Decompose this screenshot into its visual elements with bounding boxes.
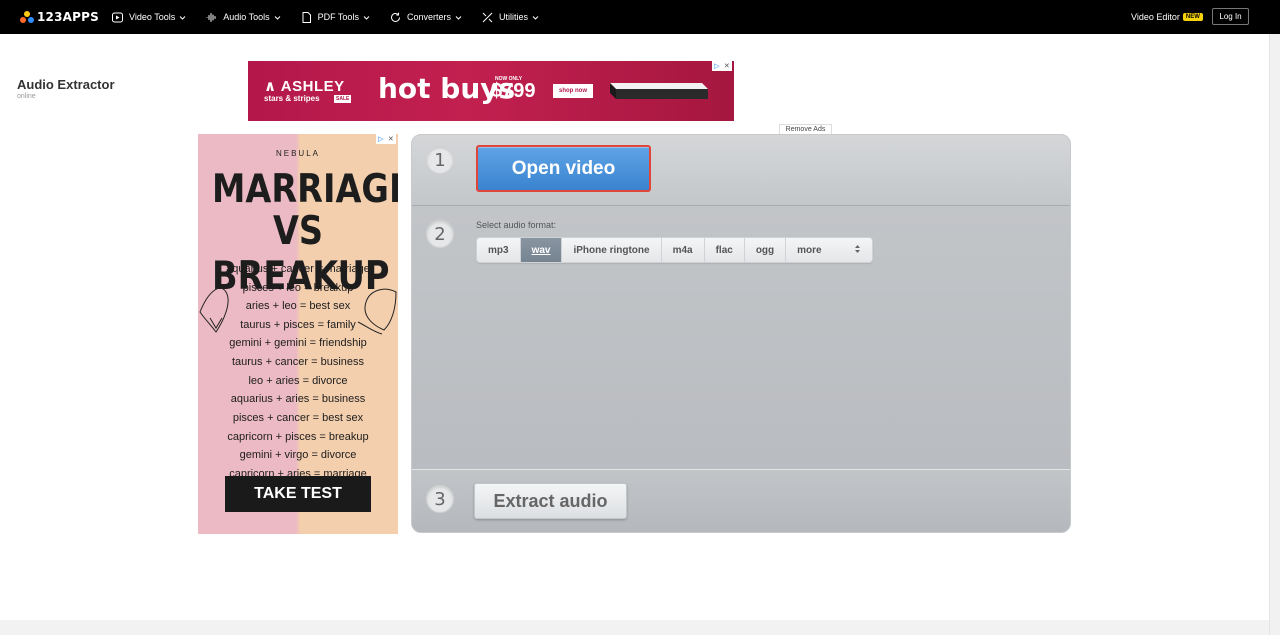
ad-side-brand: NEBULA (275, 149, 320, 158)
top-navigation-bar: 123APPS Video Tools Audio Tools PDF Tool… (0, 0, 1280, 34)
ad-shop-button[interactable]: shop now (553, 84, 593, 98)
video-editor-label: Video Editor (1131, 12, 1180, 22)
nav-label: Converters (406, 12, 451, 22)
step-3-number: 3 (426, 485, 454, 513)
format-selector: mp3 wav iPhone ringtone m4a flac ogg mor… (476, 237, 874, 263)
chevron-down-icon (179, 14, 186, 21)
nav-pdf-tools[interactable]: PDF Tools (301, 11, 370, 23)
ad-side-line: gemini + virgo = divorce (239, 449, 357, 461)
side-banner-ad[interactable]: ▷ ✕ NEBULA MARRIAGE VS BREAKUP aquarius +… (198, 134, 398, 534)
logo-icon (20, 10, 34, 24)
sort-arrows-icon (854, 244, 861, 257)
top-banner-ad[interactable]: ∧ ASHLEY stars & stripes SALE hot buys N… (248, 61, 734, 121)
nav-utilities[interactable]: Utilities (482, 12, 539, 23)
ad-brand-text: ASHLEY (280, 78, 345, 95)
step-3-section: 3 Extract audio (412, 470, 1070, 532)
refresh-icon (390, 12, 401, 23)
step-1-number: 1 (426, 146, 454, 174)
extract-audio-button[interactable]: Extract audio (474, 483, 627, 519)
audio-extractor-panel: 1 Open video 2 Select audio format: mp3 … (411, 134, 1071, 533)
new-badge: NEW (1182, 13, 1203, 21)
ad-side-line: pisces + leo = breakup (242, 282, 354, 294)
ad-side-line: aquarius + cancer = marriage (226, 263, 370, 275)
ad-price: $799 (491, 80, 536, 102)
ad-side-line: taurus + cancer = business (231, 356, 365, 368)
chevron-down-icon (532, 14, 539, 21)
ad-side-line: aquarius + aries = business (230, 393, 366, 405)
page-title: Audio Extractor (17, 77, 115, 92)
take-test-button[interactable]: TAKE TEST (225, 476, 371, 512)
play-circle-icon (112, 12, 123, 23)
logo-text: 123APPS (37, 10, 99, 24)
main-nav: Video Tools Audio Tools PDF Tools Conver… (112, 0, 559, 34)
step-2-number: 2 (426, 220, 454, 248)
format-option-wav[interactable]: wav (520, 238, 563, 262)
chevron-down-icon (363, 14, 370, 21)
format-label: Select audio format: (476, 220, 557, 230)
ad-tagline: stars & stripes (264, 94, 320, 103)
footer (0, 620, 1269, 635)
ad-side-line: gemini + gemini = friendship (229, 337, 367, 349)
ad-side-line: aries + leo = best sex (245, 300, 351, 312)
ad-side-line: pisces + cancer = best sex (232, 412, 364, 424)
page-subtitle: online (17, 93, 36, 100)
login-button[interactable]: Log In (1212, 8, 1249, 25)
step-1-section: 1 Open video (412, 135, 1070, 206)
nav-label: PDF Tools (317, 12, 359, 22)
more-formats-select[interactable]: more (786, 238, 872, 262)
tools-icon (482, 12, 493, 23)
ad-sale-tag: SALE (334, 95, 352, 103)
ad-logo-icon: ∧ (264, 78, 281, 95)
nav-converters[interactable]: Converters (390, 12, 462, 23)
chevron-down-icon (274, 14, 281, 21)
ad-side-line: taurus + pisces = family (240, 319, 356, 331)
waveform-icon (206, 12, 217, 23)
format-option-mp3[interactable]: mp3 (477, 238, 521, 262)
adchoices-icon[interactable]: ▷ ✕ (376, 134, 396, 144)
step-2-section: 2 Select audio format: mp3 wav iPhone ri… (412, 206, 1070, 470)
nav-video-tools[interactable]: Video Tools (112, 12, 186, 23)
adchoices-icon[interactable]: ▷ ✕ (712, 61, 732, 71)
format-option-m4a[interactable]: m4a (662, 238, 705, 262)
video-editor-link[interactable]: Video Editor NEW (1131, 12, 1203, 22)
format-option-flac[interactable]: flac (705, 238, 745, 262)
format-option-iphone-ringtone[interactable]: iPhone ringtone (562, 238, 662, 262)
nav-audio-tools[interactable]: Audio Tools (206, 12, 280, 23)
nav-label: Video Tools (129, 12, 176, 22)
chevron-down-icon (455, 14, 462, 21)
ad-side-line: leo + aries = divorce (248, 375, 348, 387)
ad-brand: ∧ ASHLEY (264, 77, 345, 95)
document-icon (301, 11, 312, 23)
ad-side-line: capricorn + pisces = breakup (227, 431, 369, 443)
format-option-ogg[interactable]: ogg (745, 238, 787, 262)
nav-label: Audio Tools (223, 12, 270, 22)
logo[interactable]: 123APPS (20, 9, 99, 25)
nav-label: Utilities (498, 12, 528, 22)
open-video-button[interactable]: Open video (476, 145, 651, 192)
page-scrollbar[interactable] (1269, 34, 1280, 635)
ad-side-headline-1: MARRIAGE (212, 167, 398, 212)
more-label: more (797, 244, 822, 256)
mattress-image (610, 83, 708, 99)
